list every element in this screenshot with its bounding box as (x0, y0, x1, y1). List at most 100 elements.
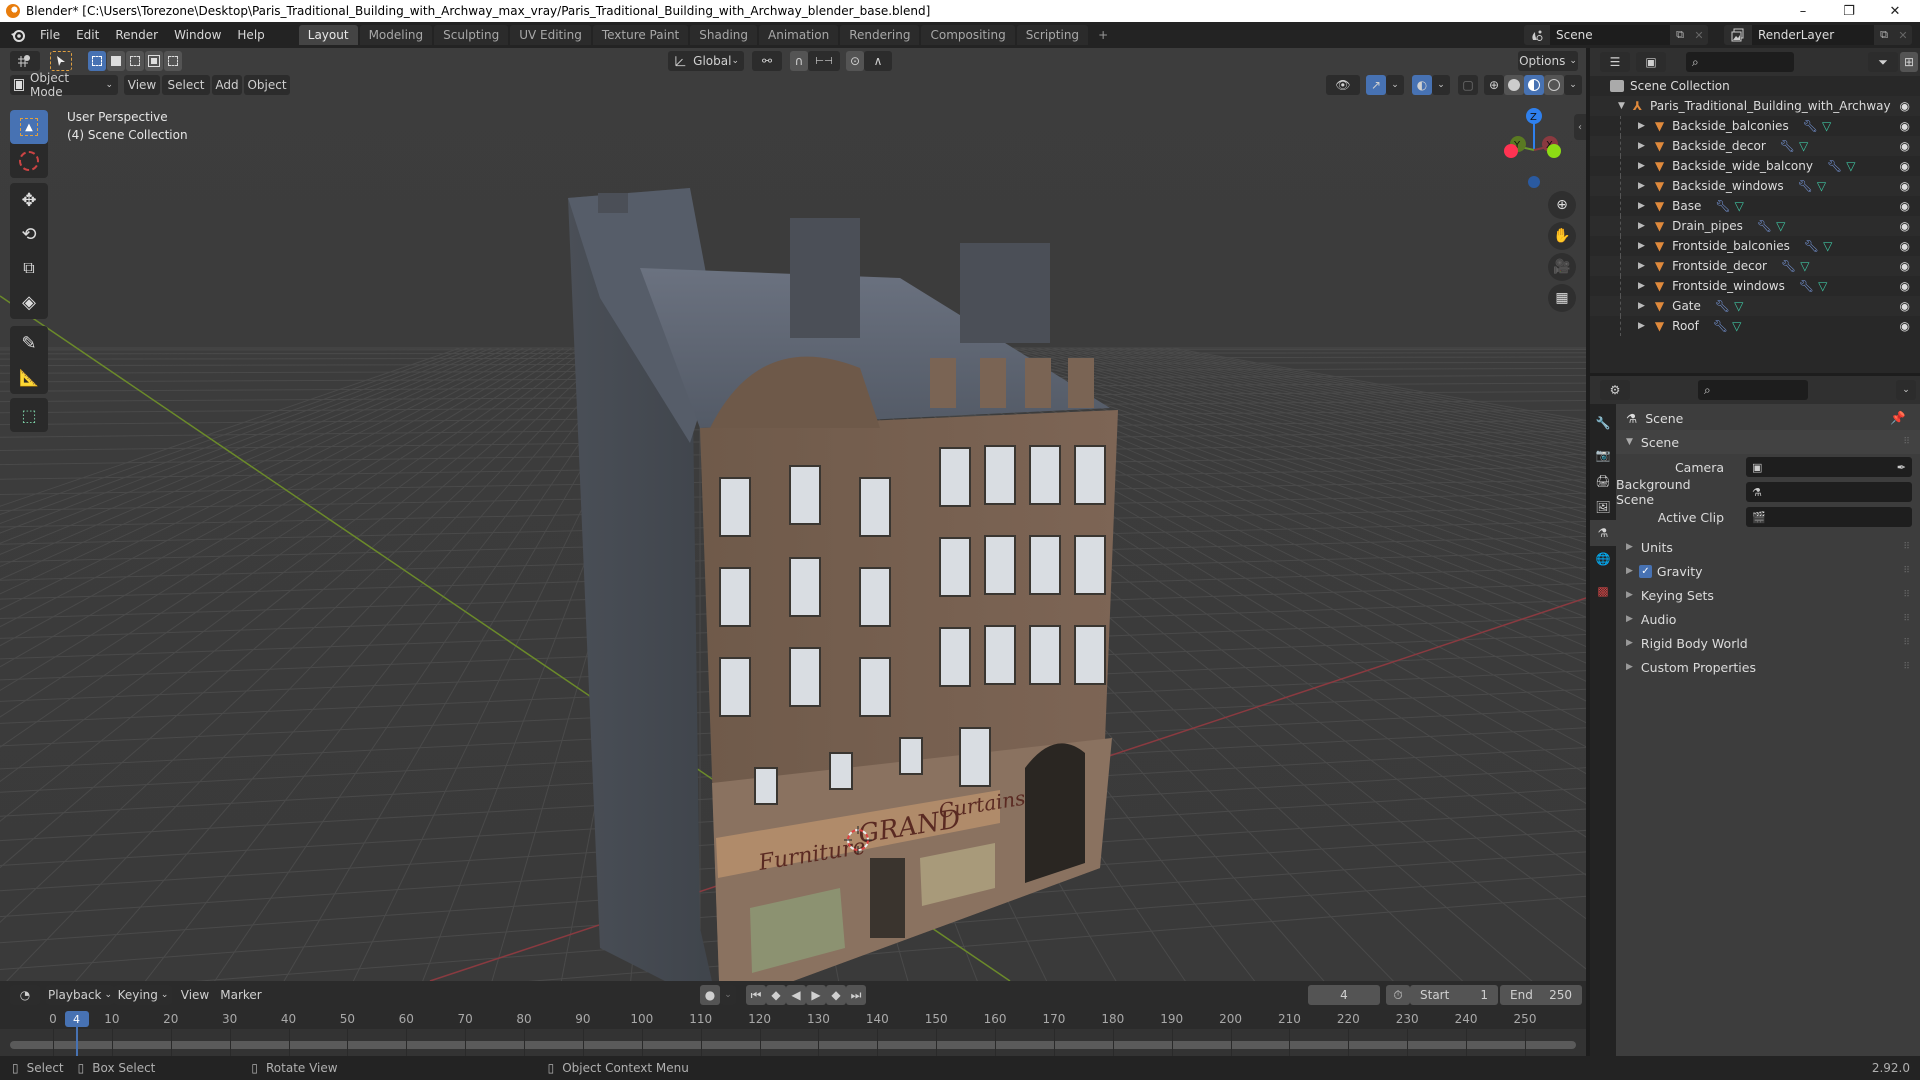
transform-orientation-dropdown[interactable]: Global ⌄ (668, 51, 744, 71)
auto-keying-toggle[interactable]: ● (700, 985, 720, 1005)
zoom-view-button[interactable]: ⊕ (1548, 191, 1576, 219)
gravity-checkbox[interactable]: ✓ (1638, 564, 1652, 578)
use-preview-range-toggle[interactable]: ⏱ (1386, 985, 1410, 1005)
play-reverse-button[interactable]: ◀ (786, 985, 806, 1005)
playhead-handle[interactable]: 4 (64, 1011, 89, 1027)
shading-solid-button[interactable] (1504, 75, 1524, 95)
tab-view-layer[interactable]: 🖼 (1590, 494, 1616, 520)
eye-icon[interactable]: ◉ (1900, 319, 1910, 333)
tool-add-cube[interactable]: ⬚ (10, 398, 48, 432)
blender-logo-icon[interactable] (10, 27, 26, 43)
eye-icon[interactable]: ◉ (1900, 159, 1910, 173)
overlays-toggle[interactable]: ◐ (1412, 75, 1432, 95)
expand-arrow-icon[interactable]: ▶ (1638, 181, 1645, 191)
filter-dropdown[interactable]: ⏷ (1868, 52, 1898, 72)
modifier-wrench-icon[interactable]: 🔧︎ (1798, 179, 1813, 193)
viewport-menu-view[interactable]: View (124, 75, 160, 95)
scene-selector-icon[interactable] (1524, 25, 1550, 45)
gizmo-toggle[interactable]: ↗ (1366, 75, 1386, 95)
tab-tool[interactable]: 🔧 (1590, 410, 1616, 436)
shading-rendered-button[interactable] (1544, 75, 1564, 95)
expand-arrow-icon[interactable]: ▶ (1638, 121, 1645, 131)
outliner-object-row[interactable]: ▶ ▼ Roof 🔧︎ ▽ ◉ (1590, 316, 1920, 336)
expand-arrow-icon[interactable]: ▶ (1638, 141, 1645, 151)
snap-target-dropdown[interactable]: ⊢⊣ (808, 51, 840, 71)
modifier-wrench-icon[interactable]: 🔧︎ (1715, 199, 1730, 213)
xray-toggle[interactable]: ▢ (1458, 75, 1478, 95)
jump-to-start-button[interactable]: ⏮ (746, 985, 766, 1005)
add-workspace-button[interactable]: + (1090, 22, 1116, 48)
shading-dropdown[interactable]: ⌄ (1564, 75, 1582, 95)
workspace-tab-animation[interactable]: Animation (759, 25, 839, 45)
eye-icon[interactable]: ◉ (1900, 139, 1910, 153)
delete-view-layer-icon[interactable]: ✕ (1894, 25, 1912, 45)
outliner-object-row[interactable]: ▶ ▼ Backside_balconies 🔧︎ ▽ ◉ (1590, 116, 1920, 136)
outliner-object-row[interactable]: ▶ ▼ Backside_wide_balcony 🔧︎ ▽ ◉ (1590, 156, 1920, 176)
properties-editor-type-button[interactable]: ⚙ (1600, 380, 1630, 400)
timeline-ruler[interactable]: 0 10 20 30 40 50 60 70 80 90 100 110 120 130 140 150 160… (0, 1009, 1586, 1029)
background-scene-field[interactable]: ⚗ (1746, 482, 1912, 502)
outliner-editor-type-button[interactable]: ☰ (1600, 52, 1630, 72)
mesh-data-icon[interactable]: ▽ (1846, 159, 1855, 173)
outliner-object-row[interactable]: ▶ ▼ Frontside_decor 🔧︎ ▽ ◉ (1590, 256, 1920, 276)
timeline-menu-keying[interactable]: Keying ⌄ (114, 985, 172, 1005)
next-keyframe-button[interactable]: ◆ (826, 985, 846, 1005)
select-tool-mode-button[interactable] (50, 51, 72, 71)
tool-transform[interactable]: ◈ (10, 285, 48, 319)
select-mode-new-button[interactable] (88, 51, 106, 71)
overlays-dropdown[interactable]: ⌄ (1432, 75, 1450, 95)
modifier-wrench-icon[interactable]: 🔧︎ (1781, 259, 1796, 273)
workspace-tab-sculpting[interactable]: Sculpting (434, 25, 509, 45)
mesh-data-icon[interactable]: ▽ (1799, 139, 1808, 153)
mesh-data-icon[interactable]: ▽ (1817, 179, 1826, 193)
eye-icon[interactable]: ◉ (1900, 119, 1910, 133)
modifier-wrench-icon[interactable]: 🔧︎ (1804, 239, 1819, 253)
mesh-data-icon[interactable]: ▽ (1800, 259, 1809, 273)
outliner-object-row[interactable]: ▶ ▼ Backside_windows 🔧︎ ▽ ◉ (1590, 176, 1920, 196)
outliner-object-row[interactable]: ▶ ▼ Frontside_balconies 🔧︎ ▽ ◉ (1590, 236, 1920, 256)
scene-name-field[interactable]: Scene (1550, 25, 1670, 45)
proportional-falloff-dropdown[interactable]: ∧ (864, 51, 892, 71)
tab-world[interactable]: 🌐 (1590, 546, 1616, 572)
pivot-point-dropdown[interactable]: ⚯ (752, 51, 782, 71)
drag-handle-icon[interactable]: ⠿ (1903, 638, 1910, 648)
menu-file[interactable]: File (32, 22, 68, 48)
new-collection-button[interactable]: ⊞ (1900, 52, 1918, 72)
panel-scene-header[interactable]: ▼ Scene ⠿ (1616, 430, 1920, 454)
timeline-menu-playback[interactable]: Playback ⌄ (46, 985, 114, 1005)
workspace-tab-rendering[interactable]: Rendering (840, 25, 920, 45)
tool-annotate[interactable]: ✎ (10, 326, 48, 360)
modifier-wrench-icon[interactable]: 🔧︎ (1715, 299, 1730, 313)
tool-cursor[interactable] (10, 144, 48, 178)
select-mode-intersect-button[interactable] (164, 51, 182, 71)
subpanel-keying-sets[interactable]: ▶ Keying Sets ⠿ (1616, 583, 1920, 607)
camera-view-button[interactable]: 🎥 (1548, 253, 1576, 281)
mesh-data-icon[interactable]: ▽ (1823, 239, 1832, 253)
mesh-data-icon[interactable]: ▽ (1776, 219, 1785, 233)
3d-viewport[interactable]: Furniture GRAND Curtains Global ⌄ ⚯ ∩ ⊢⊣… (0, 48, 1586, 981)
view-layer-icon[interactable] (1724, 25, 1752, 45)
proportional-editing-toggle[interactable]: ⊙ (846, 51, 864, 71)
modifier-wrench-icon[interactable]: 🔧︎ (1757, 219, 1772, 233)
ortho-toggle-button[interactable]: ▦ (1548, 284, 1576, 312)
end-frame-field[interactable]: End 250 (1500, 985, 1582, 1005)
expand-arrow-icon[interactable]: ▶ (1638, 201, 1645, 211)
modifier-wrench-icon[interactable]: 🔧︎ (1713, 319, 1728, 333)
new-view-layer-icon[interactable]: ⧉ (1874, 25, 1894, 45)
outliner-object-row[interactable]: ▶ ▼ Frontside_windows 🔧︎ ▽ ◉ (1590, 276, 1920, 296)
drag-handle-icon[interactable]: ⠿ (1903, 590, 1910, 600)
drag-handle-icon[interactable]: ⠿ (1903, 542, 1910, 552)
object-mode-dropdown[interactable]: Object Mode ⌄ (10, 71, 118, 99)
outliner-object-row[interactable]: ▶ ▼ Base 🔧︎ ▽ ◉ (1590, 196, 1920, 216)
menu-window[interactable]: Window (166, 22, 229, 48)
eye-icon[interactable]: ◉ (1900, 259, 1910, 273)
select-mode-subtract-button[interactable] (126, 51, 144, 71)
close-button[interactable]: ✕ (1872, 0, 1918, 22)
expand-arrow-icon[interactable]: ▶ (1638, 221, 1645, 231)
eye-icon[interactable]: ◉ (1900, 239, 1910, 253)
keying-dropdown[interactable]: ⌄ (720, 985, 736, 1005)
camera-field[interactable]: ▣ ✒ (1746, 457, 1912, 477)
drag-handle-icon[interactable]: ⠿ (1903, 437, 1910, 447)
viewport-menu-select[interactable]: Select (162, 75, 210, 95)
options-dropdown[interactable]: Options ⌄ (1518, 51, 1578, 71)
